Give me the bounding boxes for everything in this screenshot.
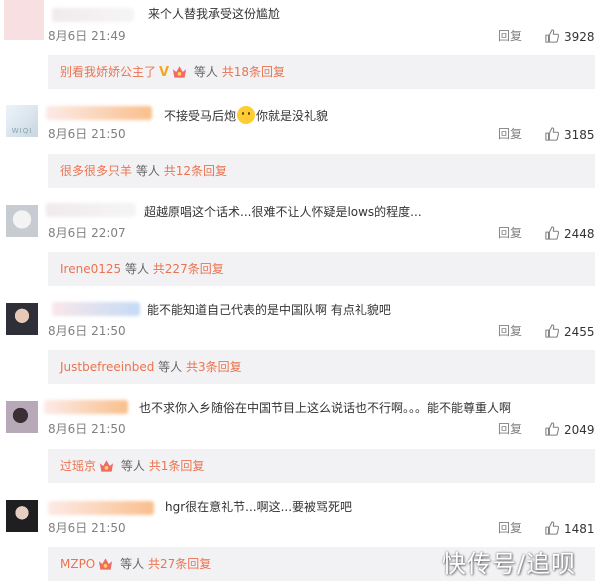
redacted-username <box>46 106 152 120</box>
reply-summary[interactable]: Irene0125 等人 共227条回复 <box>48 252 595 286</box>
reply-suffix: 等人 <box>120 557 145 571</box>
reply-summary[interactable]: 别看我娇娇公主了 V 等人 共18条回复 <box>48 55 595 89</box>
avatar[interactable] <box>6 500 38 532</box>
redacted-username <box>46 203 136 217</box>
reply-user-link[interactable]: Justbefreeinbed <box>60 360 154 374</box>
avatar[interactable] <box>6 205 38 237</box>
verified-v-icon: V <box>159 65 170 80</box>
reply-user-link[interactable]: 过瑶京 <box>60 459 96 473</box>
like-button[interactable]: 2049 <box>545 422 595 437</box>
crown-badge-icon <box>99 459 114 473</box>
thumbs-up-icon <box>545 226 559 240</box>
reply-user-link[interactable]: Irene0125 <box>60 262 121 276</box>
avatar[interactable] <box>6 401 38 433</box>
comment-time: 8月6日 21:50 <box>48 324 126 338</box>
reply-button[interactable]: 回复 <box>498 29 522 43</box>
reply-suffix: 等人 <box>120 459 145 473</box>
comment-time: 8月6日 21:50 <box>48 422 126 436</box>
reply-button[interactable]: 回复 <box>498 127 522 141</box>
redacted-username <box>44 400 128 414</box>
comment-text-part: 不接受马后炮 <box>164 109 237 123</box>
crown-badge-icon <box>172 65 187 79</box>
reply-count-link[interactable]: 共1条回复 <box>149 459 205 473</box>
like-count: 2455 <box>564 325 595 339</box>
comment-time: 8月6日 21:49 <box>48 29 126 43</box>
reply-summary[interactable]: 很多很多只羊 等人 共12条回复 <box>48 154 595 188</box>
redacted-username <box>52 302 140 316</box>
reply-suffix: 等人 <box>124 262 149 276</box>
like-button[interactable]: 3185 <box>545 127 595 142</box>
comment-text: 不接受马后炮 你就是没礼貌 <box>164 106 328 124</box>
comment-time: 8月6日 22:07 <box>48 226 126 240</box>
reply-count-link[interactable]: 共227条回复 <box>153 262 224 276</box>
reply-button[interactable]: 回复 <box>498 422 522 436</box>
thumbs-up-icon <box>545 324 559 338</box>
comment-text: 来个人替我承受这份尴尬 <box>148 7 281 21</box>
redacted-username <box>52 8 134 22</box>
comment-text-part: 你就是没礼貌 <box>256 109 329 123</box>
smile-emoji-icon <box>237 106 256 124</box>
like-count: 3185 <box>564 128 595 142</box>
reply-user-link[interactable]: 很多很多只羊 <box>60 164 132 178</box>
thumbs-up-icon <box>545 422 559 436</box>
reply-suffix: 等人 <box>193 65 218 79</box>
comment-time: 8月6日 21:50 <box>48 521 126 535</box>
reply-user-link[interactable]: 别看我娇娇公主了 <box>60 65 156 79</box>
redacted-username <box>48 501 154 515</box>
like-count: 2448 <box>564 227 595 241</box>
like-button[interactable]: 1481 <box>545 521 595 536</box>
reply-suffix: 等人 <box>135 164 160 178</box>
reply-count-link[interactable]: 共27条回复 <box>148 557 211 571</box>
reply-count-link[interactable]: 共3条回复 <box>186 360 242 374</box>
avatar[interactable] <box>4 0 44 40</box>
reply-button[interactable]: 回复 <box>498 226 522 240</box>
crown-badge-icon <box>98 557 113 571</box>
reply-summary[interactable]: 过瑶京 等人 共1条回复 <box>48 449 595 483</box>
avatar-watermark: WIQI <box>11 127 33 135</box>
reply-count-link[interactable]: 共12条回复 <box>164 164 227 178</box>
reply-button[interactable]: 回复 <box>498 324 522 338</box>
comment-text: 也不求你入乡随俗在中国节目上这么说话也不行啊。。。能不能尊重人啊 <box>139 401 512 415</box>
like-count: 3928 <box>564 30 595 44</box>
comment-time: 8月6日 21:50 <box>48 127 126 141</box>
reply-summary[interactable]: Justbefreeinbed 等人 共3条回复 <box>48 350 595 384</box>
source-watermark: 快传号/追呗 <box>442 550 577 578</box>
like-button[interactable]: 2448 <box>545 226 595 241</box>
like-count: 2049 <box>564 423 595 437</box>
reply-button[interactable]: 回复 <box>498 521 522 535</box>
comment-text: 超越原唱这个话术...很难不让人怀疑是lows的程度... <box>144 205 422 219</box>
reply-user-link[interactable]: MZPO <box>60 557 95 571</box>
comment-text: hgr很在意礼节...啊这...要被骂死吧 <box>165 500 353 514</box>
like-count: 1481 <box>564 522 595 536</box>
thumbs-up-icon <box>545 521 559 535</box>
avatar[interactable] <box>6 303 38 335</box>
reply-count-link[interactable]: 共18条回复 <box>222 65 285 79</box>
like-button[interactable]: 2455 <box>545 324 595 339</box>
comment-text: 能不能知道自己代表的是中国队啊 有点礼貌吧 <box>147 303 391 317</box>
avatar[interactable]: WIQI <box>6 105 38 137</box>
thumbs-up-icon <box>545 127 559 141</box>
thumbs-up-icon <box>545 29 559 43</box>
like-button[interactable]: 3928 <box>545 29 595 44</box>
reply-suffix: 等人 <box>158 360 183 374</box>
